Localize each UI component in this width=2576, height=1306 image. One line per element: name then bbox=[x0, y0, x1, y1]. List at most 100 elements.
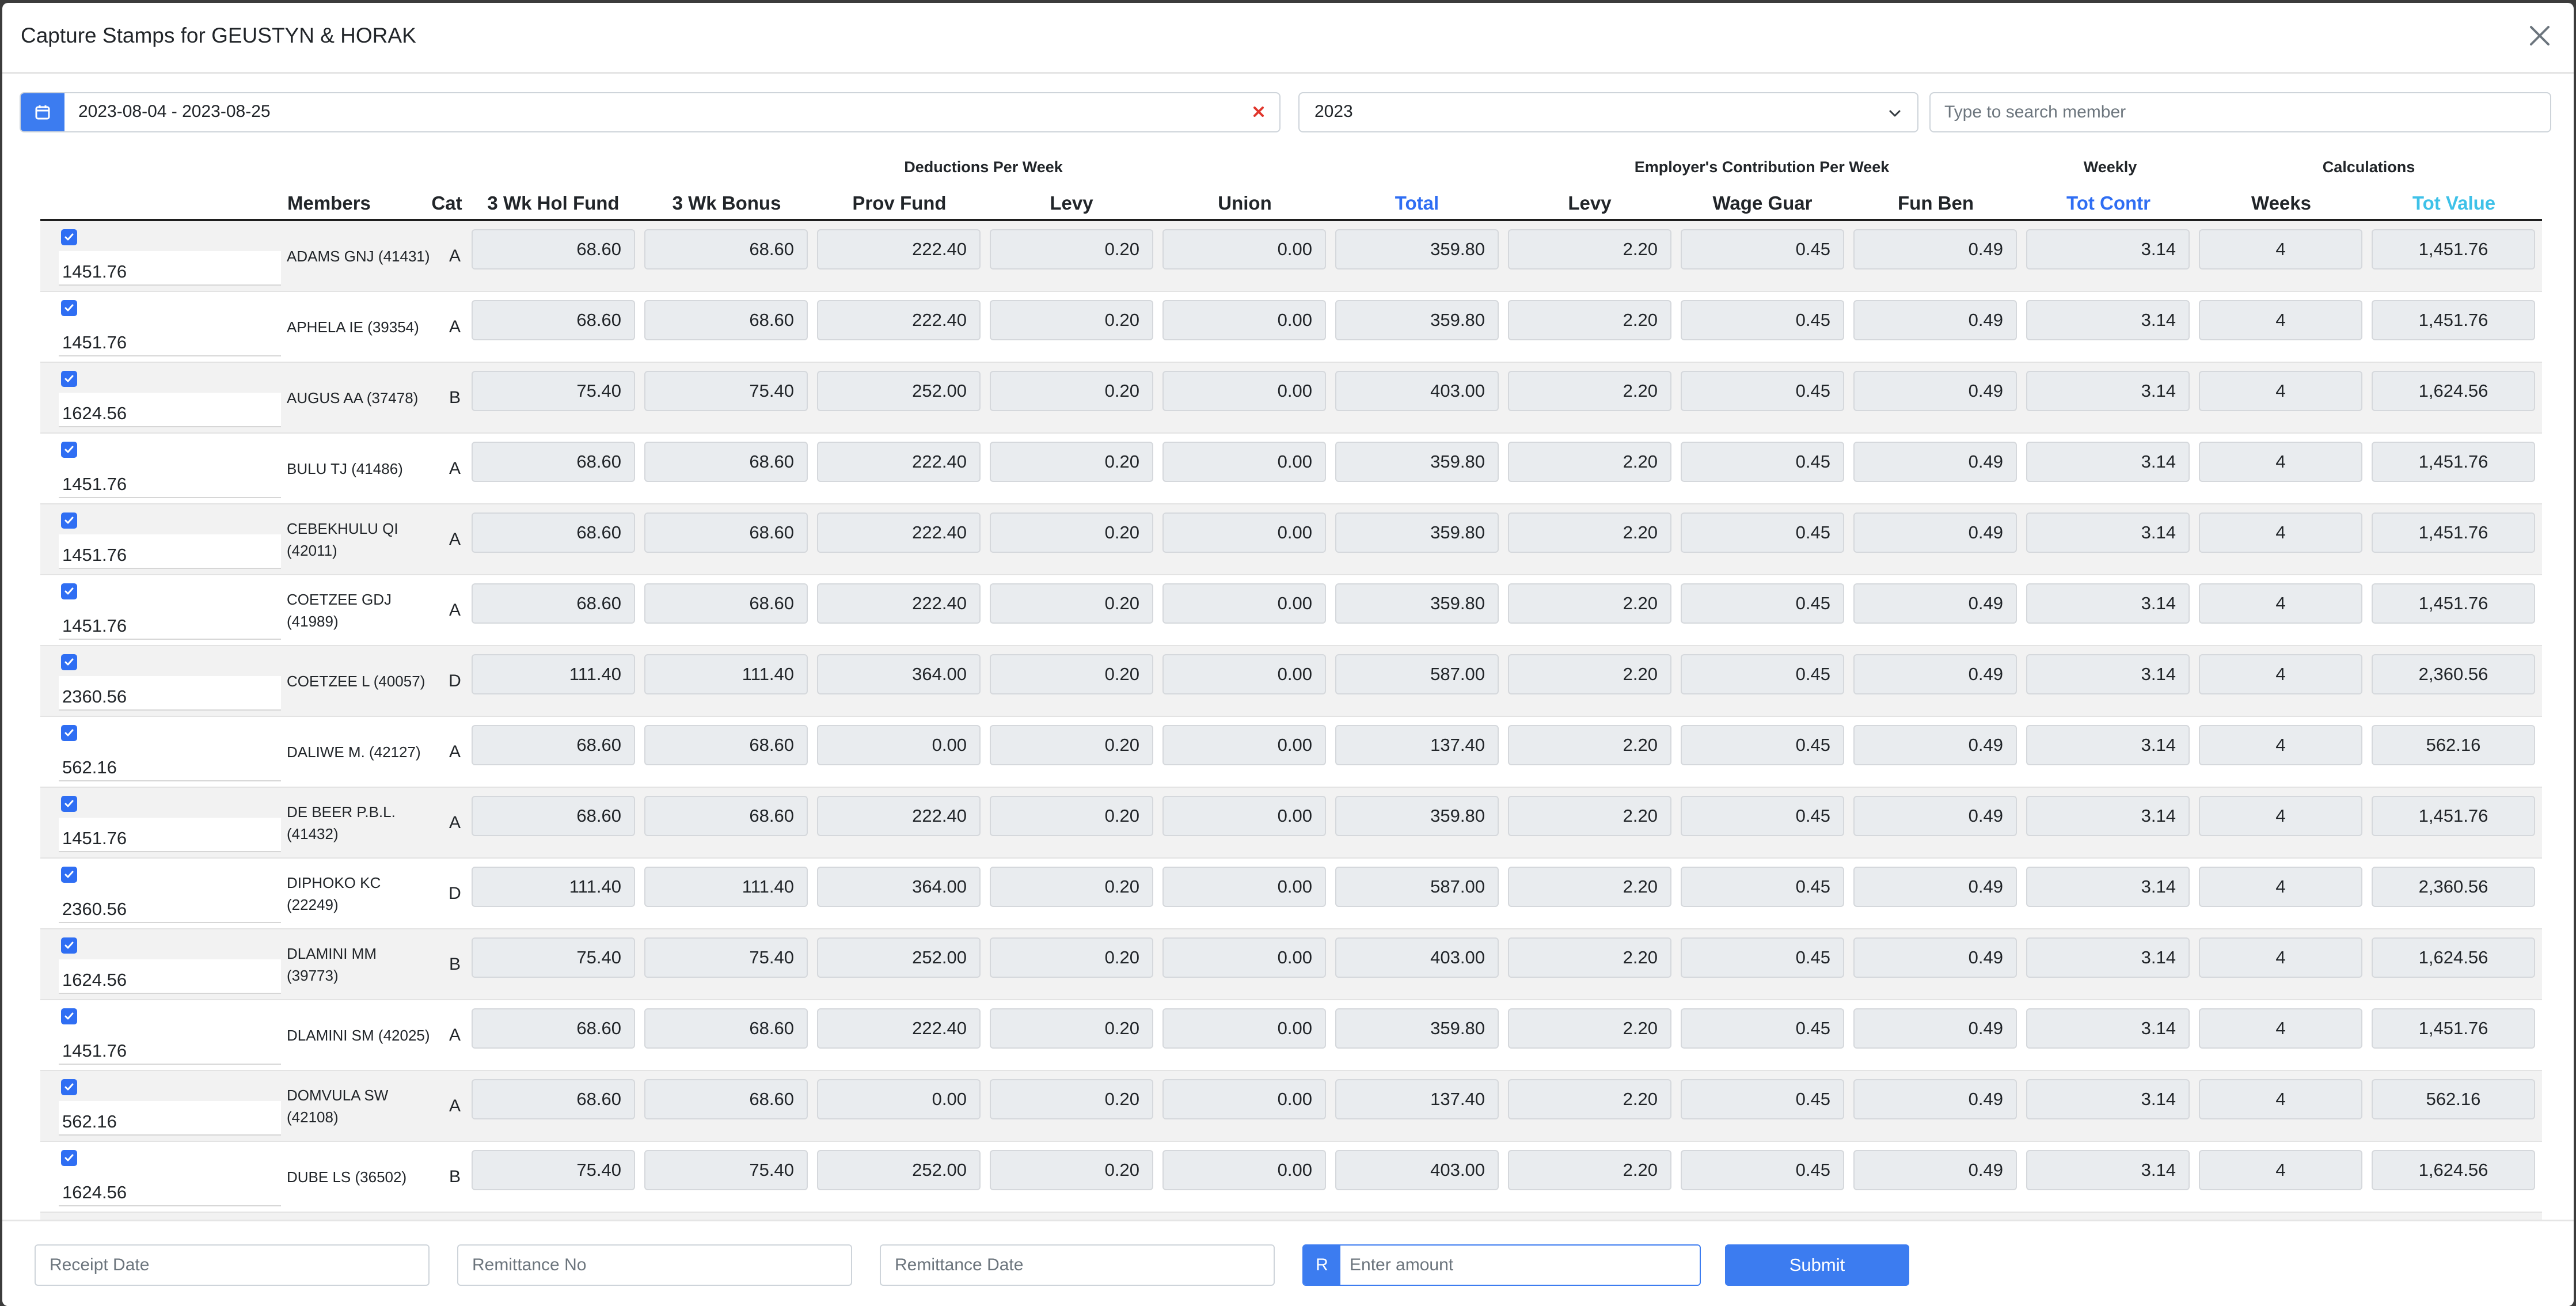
weeks-field: 4 bbox=[2199, 654, 2362, 694]
levy-field: 0.20 bbox=[990, 725, 1153, 765]
row-checkbox[interactable] bbox=[61, 371, 77, 387]
row-checkbox[interactable] bbox=[61, 300, 77, 316]
wage-guar-field: 0.45 bbox=[1681, 654, 1844, 694]
table-row: 1451.76 COETZEE GDJ (41989) A 68.60 68.60 222… bbox=[40, 575, 2542, 646]
submit-button[interactable]: Submit bbox=[1725, 1244, 1909, 1286]
prov-fund-field: 252.00 bbox=[817, 937, 981, 978]
levy-field: 0.20 bbox=[990, 1008, 1153, 1049]
row-checkbox[interactable] bbox=[61, 937, 77, 954]
row-checkbox[interactable] bbox=[61, 229, 77, 245]
prov-fund-field: 222.40 bbox=[817, 300, 981, 340]
row-amount-input[interactable]: 1624.56 bbox=[59, 959, 281, 994]
clear-date-button[interactable] bbox=[1248, 101, 1269, 122]
row-amount-input[interactable]: 2360.56 bbox=[59, 676, 281, 711]
row-amount-input[interactable]: 1451.76 bbox=[59, 818, 281, 852]
row-checkbox[interactable] bbox=[61, 725, 77, 741]
bonus-field: 75.40 bbox=[644, 1150, 808, 1190]
tot-contr-field: 3.14 bbox=[2026, 229, 2190, 269]
employer-levy-field: 2.20 bbox=[1508, 1079, 1671, 1119]
row-amount-input[interactable]: 562.16 bbox=[59, 747, 281, 781]
year-select[interactable]: 2023 bbox=[1298, 92, 1918, 132]
remittance-no-input[interactable] bbox=[457, 1244, 852, 1286]
table-row: 1451.76 ADAMS GNJ (41431) A 68.60 68.60 222.4… bbox=[40, 221, 2542, 292]
amount-input[interactable] bbox=[1340, 1246, 1700, 1285]
row-checkbox[interactable] bbox=[61, 796, 77, 812]
fun-ben-field: 0.49 bbox=[1853, 937, 2017, 978]
wage-guar-field: 0.45 bbox=[1681, 867, 1844, 907]
row-amount-input[interactable]: 562.16 bbox=[59, 1101, 281, 1136]
row-amount-input[interactable]: 1451.76 bbox=[59, 322, 281, 356]
receipt-date-input[interactable] bbox=[35, 1244, 430, 1286]
member-name: DOMVULA SW (42108) bbox=[287, 1086, 389, 1126]
tot-value-field: 562.16 bbox=[2372, 1079, 2535, 1119]
employer-levy-field: 2.20 bbox=[1508, 725, 1671, 765]
wage-guar-field: 0.45 bbox=[1681, 1150, 1844, 1190]
fun-ben-field: 0.49 bbox=[1853, 229, 2017, 269]
weeks-field: 4 bbox=[2199, 371, 2362, 411]
row-checkbox[interactable] bbox=[61, 1079, 77, 1095]
row-checkbox[interactable] bbox=[61, 512, 77, 529]
row-amount-value: 1451.76 bbox=[62, 474, 127, 494]
date-picker-button[interactable] bbox=[21, 93, 64, 131]
total-field: 587.00 bbox=[1335, 867, 1499, 907]
member-name: DLAMINI SM (42025) bbox=[287, 1026, 430, 1044]
row-amount-input[interactable]: 1451.76 bbox=[59, 1030, 281, 1065]
tot-contr-field: 3.14 bbox=[2026, 442, 2190, 482]
row-amount-input[interactable]: 2360.56 bbox=[59, 889, 281, 923]
member-name: APHELA IE (39354) bbox=[287, 318, 419, 336]
total-field: 359.80 bbox=[1335, 796, 1499, 836]
employer-levy-field: 2.20 bbox=[1508, 867, 1671, 907]
row-checkbox[interactable] bbox=[61, 1008, 77, 1024]
col-header-wage-guar: Wage Guar bbox=[1712, 192, 1813, 214]
employer-levy-field: 2.20 bbox=[1508, 1150, 1671, 1190]
hol-fund-field: 68.60 bbox=[472, 229, 635, 269]
row-amount-input[interactable]: 1451.76 bbox=[59, 605, 281, 640]
hol-fund-field: 68.60 bbox=[472, 725, 635, 765]
fun-ben-field: 0.49 bbox=[1853, 867, 2017, 907]
wage-guar-field: 0.45 bbox=[1681, 583, 1844, 624]
total-field: 359.80 bbox=[1335, 442, 1499, 482]
row-amount-input[interactable]: 1451.76 bbox=[59, 251, 281, 286]
member-search-input[interactable] bbox=[1929, 92, 2551, 132]
checkbox-checked-icon bbox=[64, 658, 74, 666]
tot-value-field: 1,451.76 bbox=[2372, 1008, 2535, 1049]
total-field: 359.80 bbox=[1335, 583, 1499, 624]
hol-fund-field: 68.60 bbox=[472, 442, 635, 482]
weeks-field: 4 bbox=[2199, 583, 2362, 624]
bonus-field: 68.60 bbox=[644, 512, 808, 553]
row-amount-input[interactable]: 1624.56 bbox=[59, 1172, 281, 1206]
wage-guar-field: 0.45 bbox=[1681, 1079, 1844, 1119]
table-row: 562.16 DOMVULA SW (42108) A 68.60 68.60 0.00 0… bbox=[40, 1071, 2542, 1142]
row-amount-input[interactable]: 1451.76 bbox=[59, 464, 281, 498]
table-row: 1624.56 DUBE LS (36502) B 75.40 75.40 252.00 0… bbox=[40, 1142, 2542, 1213]
row-checkbox[interactable] bbox=[61, 1150, 77, 1166]
row-checkbox[interactable] bbox=[61, 442, 77, 458]
bonus-field: 111.40 bbox=[644, 654, 808, 694]
levy-field: 0.20 bbox=[990, 937, 1153, 978]
wage-guar-field: 0.45 bbox=[1681, 1008, 1844, 1049]
employer-levy-field: 2.20 bbox=[1508, 796, 1671, 836]
row-checkbox[interactable] bbox=[61, 654, 77, 670]
remittance-date-input[interactable] bbox=[880, 1244, 1275, 1286]
employer-levy-field: 2.20 bbox=[1508, 512, 1671, 553]
row-amount-input[interactable]: 1624.56 bbox=[59, 393, 281, 427]
wage-guar-field: 0.45 bbox=[1681, 937, 1844, 978]
tot-value-field: 1,451.76 bbox=[2372, 300, 2535, 340]
hol-fund-field: 68.60 bbox=[472, 300, 635, 340]
row-amount-input[interactable]: 1451.76 bbox=[59, 534, 281, 569]
tot-contr-field: 3.14 bbox=[2026, 867, 2190, 907]
checkbox-checked-icon bbox=[64, 517, 74, 524]
row-checkbox[interactable] bbox=[61, 583, 77, 599]
amount-input-group: R bbox=[1302, 1244, 1701, 1286]
col-header-tot-value: Tot Value bbox=[2412, 192, 2496, 214]
date-range-picker[interactable]: 2023-08-04 - 2023-08-25 bbox=[20, 92, 1281, 132]
table-row: 2360.56 DIPHOKO KC (22249) D 111.40 111.40 36… bbox=[40, 859, 2542, 929]
fun-ben-field: 0.49 bbox=[1853, 796, 2017, 836]
row-checkbox[interactable] bbox=[61, 867, 77, 883]
row-amount-value: 1451.76 bbox=[62, 332, 127, 352]
prov-fund-field: 252.00 bbox=[817, 1150, 981, 1190]
total-field: 403.00 bbox=[1335, 371, 1499, 411]
col-header-fun-ben: Fun Ben bbox=[1898, 192, 1974, 214]
close-button[interactable] bbox=[2526, 22, 2553, 49]
employer-levy-field: 2.20 bbox=[1508, 654, 1671, 694]
